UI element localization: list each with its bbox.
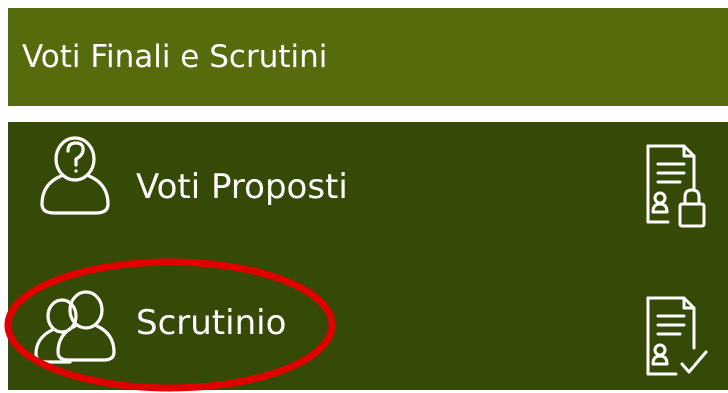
menu-panel: Voti Proposti Scrutinio — [8, 122, 728, 390]
section-title: Voti Finali e Scrutini — [22, 38, 328, 75]
people-icon — [30, 284, 120, 374]
menu-item-scrutinio[interactable]: Scrutinio — [8, 256, 728, 390]
person-question-icon — [30, 130, 120, 220]
menu-item-label: Voti Proposti — [136, 167, 348, 207]
menu-item-voti-proposti[interactable]: Voti Proposti — [8, 122, 728, 256]
menu-item-label: Scrutinio — [136, 303, 287, 343]
section-header: Voti Finali e Scrutini — [8, 8, 728, 106]
document-lock-icon[interactable] — [636, 140, 718, 236]
document-check-icon[interactable] — [636, 292, 718, 388]
